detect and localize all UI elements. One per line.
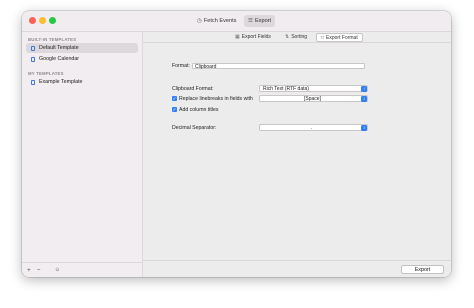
clipboard-format-label: Clipboard Format: xyxy=(172,86,214,92)
titlebar: ◷ Fetch Events ☰ Export xyxy=(22,11,451,32)
document-icon xyxy=(31,56,35,62)
document-icon xyxy=(31,45,35,51)
sidebar: BUILT-IN TEMPLATES Default Template Goog… xyxy=(22,32,143,277)
sidebar-item-example-template[interactable]: Example Template xyxy=(26,77,138,87)
add-column-titles-checkbox[interactable]: ✓ xyxy=(172,107,177,112)
decimal-separator-value: . xyxy=(311,125,313,131)
linebreak-replacement-value: [Space] xyxy=(304,96,321,102)
my-templates-heading: MY TEMPLATES xyxy=(28,71,64,76)
export-toolbar-button[interactable]: ☰ Export xyxy=(244,15,276,27)
minimize-window-button[interactable] xyxy=(39,17,46,24)
chevron-updown-icon: ↕ xyxy=(361,125,367,131)
template-options-button[interactable]: ☺ xyxy=(55,267,61,273)
clipboard-format-value: Rich Text (RTF data) xyxy=(263,86,309,92)
sidebar-item-label: Default Template xyxy=(39,45,79,51)
fetch-events-button[interactable]: ◷ Fetch Events xyxy=(193,15,240,27)
add-template-button[interactable]: + xyxy=(27,267,31,274)
sidebar-item-label: Example Template xyxy=(39,79,83,85)
sidebar-item-default-template[interactable]: Default Template xyxy=(26,43,138,53)
export-toolbar-label: Export xyxy=(254,18,272,24)
sort-icon: ⇅ xyxy=(285,34,290,40)
document-icon: □ xyxy=(321,34,325,41)
replace-linebreaks-label: Replace linebreaks in fields with xyxy=(179,96,253,102)
sidebar-item-google-calendar[interactable]: Google Calendar xyxy=(26,54,138,64)
tab-export-format[interactable]: □ Export Format xyxy=(316,33,363,42)
builtin-templates-heading: BUILT-IN TEMPLATES xyxy=(28,37,77,42)
sidebar-footer: + − ☺ xyxy=(22,262,142,277)
format-label: Format: xyxy=(172,63,190,69)
app-window: ◷ Fetch Events ☰ Export BUILT-IN TEMPLAT… xyxy=(22,11,451,277)
fetch-events-label: Fetch Events xyxy=(203,18,237,24)
clipboard-format-popup[interactable]: Rich Text (RTF data) ↕ xyxy=(259,85,368,92)
format-field[interactable]: Clipboard xyxy=(192,63,365,70)
decimal-separator-popup[interactable]: . ↕ xyxy=(259,124,368,131)
chevron-updown-icon: ↕ xyxy=(361,96,367,102)
chevron-updown-icon: ↕ xyxy=(361,86,367,92)
document-icon xyxy=(31,79,35,85)
close-window-button[interactable] xyxy=(29,17,36,24)
tab-label: Export Format xyxy=(326,34,358,41)
tab-label: Export Fields xyxy=(241,34,271,40)
zoom-window-button[interactable] xyxy=(49,17,56,24)
table-icon: ▦ xyxy=(235,34,240,40)
bottom-bar: Export xyxy=(143,260,451,277)
tab-export-fields[interactable]: ▦ Export Fields xyxy=(231,33,275,41)
calendar-icon: ◷ xyxy=(197,18,202,24)
list-icon: ☰ xyxy=(248,18,253,24)
replace-linebreaks-checkbox[interactable]: ✓ xyxy=(172,96,177,101)
tab-sorting[interactable]: ⇅ Sorting xyxy=(281,33,311,41)
decimal-separator-label: Decimal Separator: xyxy=(172,125,217,131)
tab-bar: ▦ Export Fields ⇅ Sorting □ Export Forma… xyxy=(143,32,451,43)
add-column-titles-label: Add column titles xyxy=(179,107,219,113)
linebreak-replacement-popup[interactable]: [Space] ↕ xyxy=(259,95,368,102)
remove-template-button[interactable]: − xyxy=(37,267,41,274)
tab-label: Sorting xyxy=(291,34,308,40)
main-panel: ▦ Export Fields ⇅ Sorting □ Export Forma… xyxy=(143,32,451,277)
export-button[interactable]: Export xyxy=(401,265,444,274)
sidebar-item-label: Google Calendar xyxy=(39,56,80,62)
